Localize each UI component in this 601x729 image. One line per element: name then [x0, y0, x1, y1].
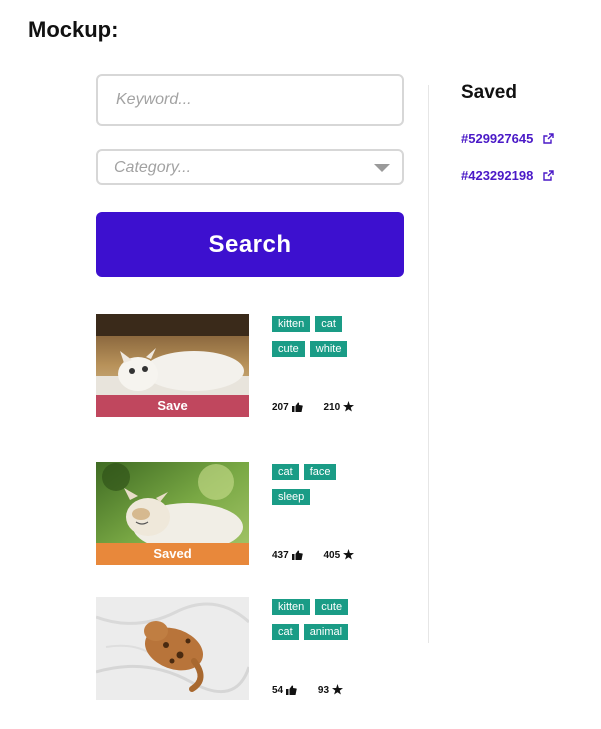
likes-count: 54 — [272, 685, 297, 696]
result-card: Saved cat face sleep 437 405 — [96, 462, 396, 566]
thumbs-up-icon — [291, 550, 303, 560]
stars-count: 210 — [323, 401, 355, 413]
likes-count: 207 — [272, 402, 303, 413]
external-link-icon — [543, 133, 555, 144]
external-link-icon — [543, 170, 555, 181]
chevron-down-icon — [374, 164, 390, 172]
category-select[interactable]: Category... — [96, 149, 404, 185]
tag-list: kitten cute cat animal — [272, 597, 382, 647]
star-icon — [332, 684, 344, 695]
thumbs-up-icon — [291, 402, 303, 412]
tag[interactable]: animal — [303, 624, 349, 640]
tag[interactable]: cat — [272, 464, 299, 480]
tag-list: kitten cat cute white — [272, 314, 382, 364]
tag[interactable]: sleep — [272, 489, 311, 505]
saved-item-link[interactable]: #423292198 — [461, 168, 555, 183]
result-card: Save kitten cat cute white 207 210 — [96, 314, 396, 418]
mockup-heading: Mockup: — [28, 17, 119, 42]
star-icon — [343, 549, 355, 560]
tag[interactable]: kitten — [272, 316, 311, 332]
sleeping-cat-photo[interactable]: Saved — [96, 462, 249, 565]
column-divider — [428, 85, 429, 643]
tag-list: cat face sleep — [272, 462, 382, 512]
saved-item-link[interactable]: #529927645 — [461, 131, 555, 146]
tag[interactable]: cute — [272, 341, 305, 357]
tag[interactable]: kitten — [272, 599, 311, 615]
keyword-input[interactable] — [96, 74, 404, 126]
star-icon — [343, 401, 355, 412]
search-button[interactable]: Search — [96, 212, 404, 277]
thumbs-up-icon — [286, 685, 297, 695]
saved-button[interactable]: Saved — [96, 543, 249, 565]
result-stats: 54 93 — [272, 684, 361, 696]
tag[interactable]: cute — [315, 599, 349, 615]
white-kitten-photo[interactable]: Save — [96, 314, 249, 417]
result-stats: 437 405 — [272, 549, 372, 561]
stars-count: 93 — [318, 684, 344, 696]
tag[interactable]: white — [309, 341, 348, 357]
tag[interactable]: cat — [315, 316, 342, 332]
result-card: kitten cute cat animal 54 93 — [96, 597, 396, 701]
bengal-kitten-photo[interactable] — [96, 597, 249, 700]
category-placeholder: Category... — [114, 159, 192, 176]
saved-heading: Saved — [461, 82, 517, 103]
likes-count: 437 — [272, 550, 303, 561]
tag[interactable]: face — [303, 464, 337, 480]
result-stats: 207 210 — [272, 401, 372, 413]
stars-count: 405 — [323, 549, 355, 561]
tag[interactable]: cat — [272, 624, 299, 640]
save-button[interactable]: Save — [96, 395, 249, 417]
